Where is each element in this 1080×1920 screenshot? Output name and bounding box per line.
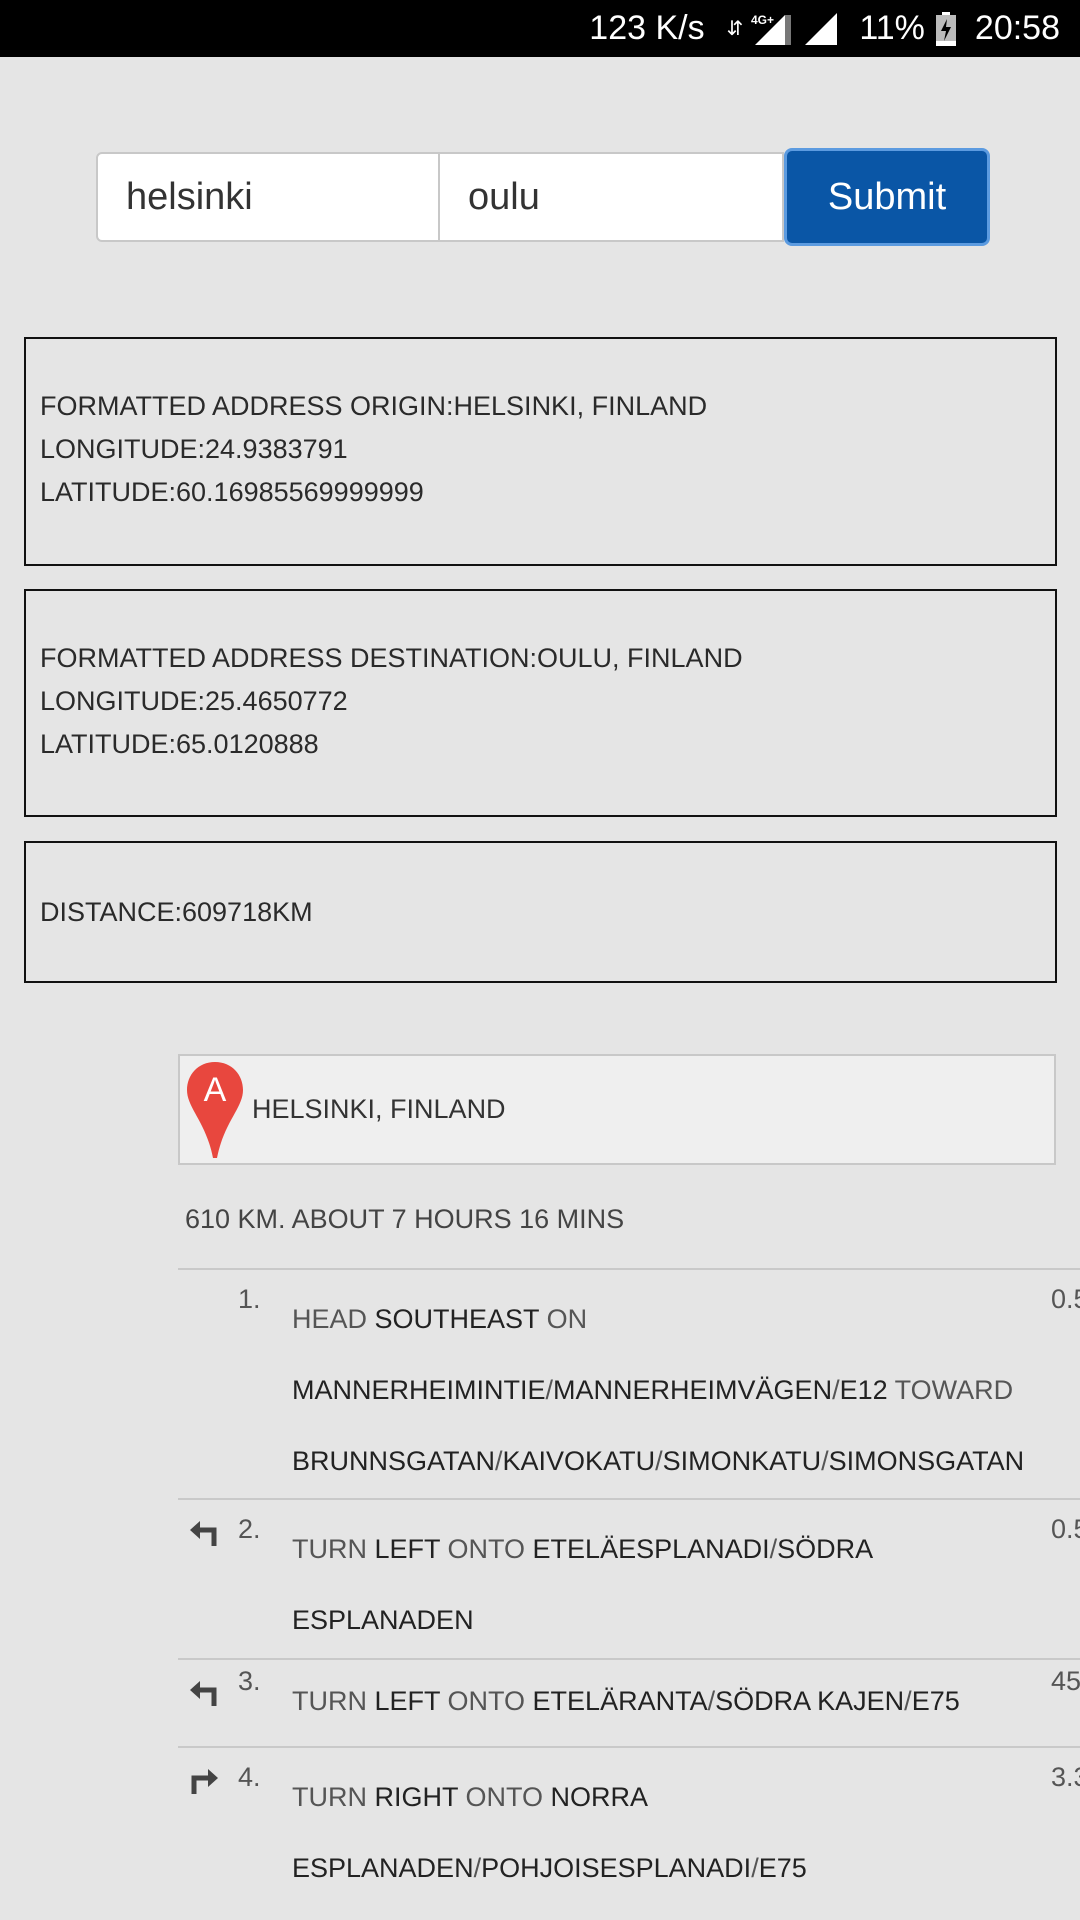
- step-distance: 45: [1051, 1666, 1080, 1696]
- step-road-name: E75: [911, 1686, 960, 1716]
- step-instruction: TURN RIGHT ONTO NORRA ESPLANADEN/POHJOISE…: [292, 1762, 1012, 1904]
- submit-button[interactable]: Submit: [784, 148, 990, 246]
- step-road-name: ETELÄESPLANADI: [532, 1534, 770, 1564]
- step-text: /: [751, 1853, 759, 1883]
- destination-latitude: LATITUDE:65.0120888: [40, 729, 319, 759]
- step-text: /: [655, 1446, 663, 1476]
- network-speed: 123 K/s: [589, 9, 705, 47]
- step-distance: 0.5: [1051, 1284, 1080, 1314]
- direction-step[interactable]: 3. TURN LEFT ONTO ETELÄRANTA/SÖDRA KAJEN…: [178, 1658, 1080, 1746]
- step-road-name: SÖDRA KAJEN: [715, 1686, 905, 1716]
- origin-longitude: LONGITUDE:24.9383791: [40, 434, 348, 464]
- step-road-name: LEFT: [374, 1686, 441, 1716]
- direction-step[interactable]: 4. TURN RIGHT ONTO NORRA ESPLANADEN/POHJO…: [178, 1746, 1080, 1906]
- turn-left-icon: [190, 1521, 217, 1546]
- step-road-name: SIMONKATU: [662, 1446, 822, 1476]
- turn-right-icon: [191, 1769, 218, 1794]
- step-text: /: [545, 1375, 554, 1405]
- step-road-name: SIMONSGATAN: [828, 1446, 1025, 1476]
- step-distance: 0.5: [1051, 1514, 1080, 1544]
- step-road-name: BRUNNSGATAN: [292, 1446, 496, 1476]
- step-number: 1.: [238, 1284, 261, 1314]
- step-road-name: E12: [839, 1375, 888, 1405]
- step-instruction: HEAD SOUTHEAST ON MANNERHEIMINTIE/MANNERH…: [292, 1284, 1024, 1497]
- step-instruction: TURN LEFT ONTO ETELÄRANTA/SÖDRA KAJEN/E7…: [292, 1666, 1012, 1737]
- step-road-name: LEFT: [374, 1534, 441, 1564]
- step-instruction-line: TURN LEFT ONTO ETELÄESPLANADI/SÖDRA: [292, 1514, 1012, 1585]
- turn-left-icon: [190, 1681, 217, 1706]
- step-instruction-line: MANNERHEIMINTIE/MANNERHEIMVÄGEN/E12 TOWA…: [292, 1355, 1014, 1426]
- step-number: 4.: [238, 1762, 261, 1792]
- step-instruction-line: ESPLANADEN: [292, 1585, 1012, 1656]
- step-text: TURN: [292, 1782, 375, 1812]
- step-road-name: ETELÄRANTA: [532, 1686, 708, 1716]
- step-road-name: RIGHT: [374, 1782, 459, 1812]
- step-road-name: ESPLANADEN: [292, 1605, 474, 1635]
- step-text: /: [821, 1446, 829, 1476]
- step-instruction-line: BRUNNSGATAN/KAIVOKATU/SIMONKATU/SIMONSGA…: [292, 1426, 1024, 1497]
- step-road-name: ESPLANADEN: [292, 1853, 474, 1883]
- step-number: 3.: [238, 1666, 261, 1696]
- signal-icon: [803, 11, 839, 47]
- step-text: /: [495, 1446, 503, 1476]
- origin-input[interactable]: helsinki: [96, 152, 440, 242]
- step-text: /: [473, 1853, 482, 1883]
- directions-steps-list: 1. HEAD SOUTHEAST ON MANNERHEIMINTIE/MANN…: [178, 1268, 1080, 1906]
- step-road-name: MANNERHEIMVÄGEN: [553, 1375, 833, 1405]
- step-road-name: MANNERHEIMINTIE: [292, 1375, 546, 1405]
- clock: 20:58: [974, 9, 1060, 47]
- step-text: /: [904, 1686, 912, 1716]
- step-text: ONTO: [440, 1534, 533, 1564]
- step-road-name: E75: [758, 1853, 807, 1883]
- data-activity-icon: ⇵: [726, 17, 744, 40]
- step-road-name: KAIVOKATU: [502, 1446, 656, 1476]
- direction-step[interactable]: 2. TURN LEFT ONTO ETELÄESPLANADI/SÖDRA ES…: [178, 1498, 1080, 1658]
- step-instruction-line: ESPLANADEN/POHJOISESPLANADI/E75: [292, 1833, 1012, 1904]
- step-road-name: SOUTHEAST: [374, 1304, 540, 1334]
- origin-info-box: FORMATTED ADDRESS ORIGIN:HELSINKI, FINLA…: [24, 337, 1057, 566]
- destination-address: FORMATTED ADDRESS DESTINATION:OULU, FINL…: [40, 643, 743, 673]
- distance-info-box: DISTANCE:609718KM: [24, 841, 1057, 983]
- step-road-name: POHJOISESPLANADI: [481, 1853, 752, 1883]
- directions-origin-card[interactable]: A HELSINKI, FINLAND: [178, 1054, 1056, 1165]
- destination-info-box: FORMATTED ADDRESS DESTINATION:OULU, FINL…: [24, 589, 1057, 817]
- step-text: HEAD: [292, 1304, 375, 1334]
- step-distance: 3.3: [1051, 1762, 1080, 1792]
- distance-value: DISTANCE:609718KM: [40, 897, 313, 927]
- destination-input[interactable]: oulu: [440, 152, 784, 242]
- origin-latitude: LATITUDE:60.16985569999999: [40, 477, 424, 507]
- origin-address: FORMATTED ADDRESS ORIGIN:HELSINKI, FINLA…: [40, 391, 708, 421]
- step-text: TOWARD: [887, 1375, 1014, 1405]
- marker-label: A: [204, 1071, 227, 1109]
- destination-longitude: LONGITUDE:25.4650772: [40, 686, 348, 716]
- route-summary: 610 KM. ABOUT 7 HOURS 16 MINS: [185, 1204, 625, 1234]
- direction-step[interactable]: 1. HEAD SOUTHEAST ON MANNERHEIMINTIE/MANN…: [178, 1268, 1080, 1498]
- step-road-name: SÖDRA: [777, 1534, 874, 1564]
- status-bar: 123 K/s ⇵ 4G+ 11% 20:58: [0, 0, 1080, 57]
- step-text: ONTO: [440, 1686, 533, 1716]
- step-instruction-line: HEAD SOUTHEAST ON: [292, 1284, 1012, 1355]
- mobile-data-4g-icon: 4G+: [749, 11, 793, 47]
- battery-charging-icon: [935, 11, 957, 47]
- network-type-label: 4G+: [751, 13, 774, 27]
- step-text: TURN: [292, 1686, 375, 1716]
- step-road-name: NORRA: [550, 1782, 649, 1812]
- step-text: TURN: [292, 1534, 375, 1564]
- step-text: ONTO: [458, 1782, 551, 1812]
- step-number: 2.: [238, 1514, 261, 1544]
- step-text: /: [707, 1686, 716, 1716]
- step-instruction-line: TURN RIGHT ONTO NORRA: [292, 1762, 1012, 1833]
- step-text: ON: [539, 1304, 588, 1334]
- map-marker-icon: A: [187, 1062, 243, 1158]
- battery-percent: 11%: [859, 9, 925, 47]
- route-form: helsinki oulu Submit: [96, 148, 990, 246]
- directions-origin-address: HELSINKI, FINLAND: [252, 1094, 506, 1124]
- step-instruction-line: TURN LEFT ONTO ETELÄRANTA/SÖDRA KAJEN/E7…: [292, 1666, 1012, 1737]
- step-instruction: TURN LEFT ONTO ETELÄESPLANADI/SÖDRA ESPLA…: [292, 1514, 1012, 1656]
- step-text: /: [832, 1375, 840, 1405]
